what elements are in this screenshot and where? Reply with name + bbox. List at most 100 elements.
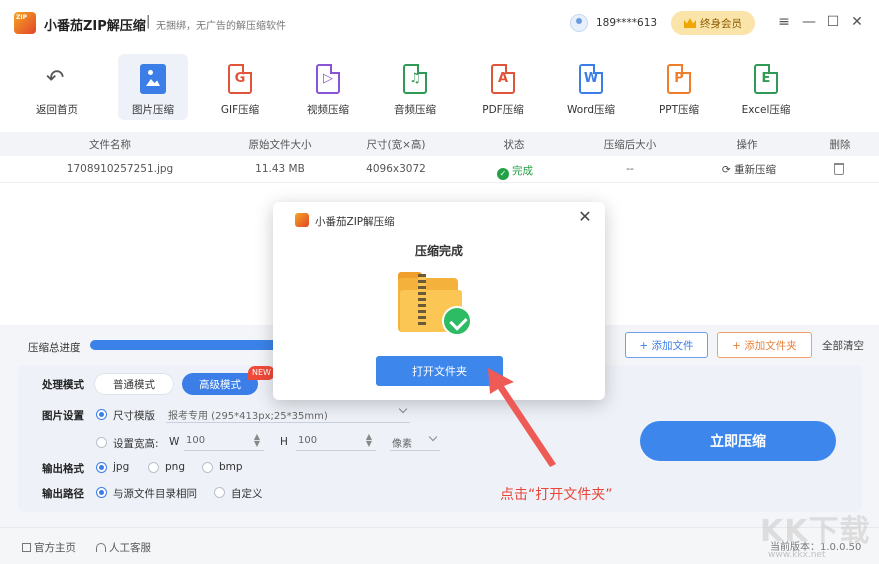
width-stepper-icon[interactable]: ▲ ▼: [254, 433, 260, 448]
menu-icon[interactable]: ≡: [775, 13, 793, 31]
title-separator: |: [146, 14, 151, 29]
path-label: 输出路径: [42, 488, 84, 500]
user-phone[interactable]: 189****613: [596, 17, 657, 29]
width-label: W: [169, 436, 180, 448]
toolbar: ↶ 返回首页 图片压缩 G GIF压缩 ▷ 视频压缩 ♫ 音频压缩 A PDF压…: [0, 46, 879, 132]
back-arrow-icon: ↶: [46, 66, 65, 91]
col-dimensions: 尺寸(宽×高): [366, 138, 426, 151]
app-logo-icon: [295, 213, 309, 227]
annotation-hint: 点击“打开文件夹”: [500, 487, 613, 503]
app-logo-icon: [14, 12, 36, 34]
tab-word-compress[interactable]: W Word压缩: [556, 54, 626, 120]
annotation-arrow: [488, 368, 556, 467]
col-action: 操作: [736, 138, 758, 151]
app-name: 小番茄ZIP解压缩: [44, 19, 146, 34]
video-file-icon: ▷: [316, 64, 340, 94]
minimize-button[interactable]: —: [800, 13, 818, 31]
recompress-button[interactable]: ⟳ 重新压缩: [712, 162, 786, 177]
tab-label: PDF压缩: [482, 104, 524, 116]
width-value: 100: [186, 435, 206, 446]
width-input[interactable]: 100 ▲ ▼: [184, 431, 264, 451]
add-file-button[interactable]: + 添加文件: [625, 332, 708, 358]
official-home-link[interactable]: 官方主页: [22, 540, 76, 555]
crown-icon: [684, 18, 696, 28]
app-slogan: 无捆绑，无广告的解压缩软件: [156, 21, 286, 32]
title-bar: 小番茄ZIP解压缩 | 无捆绑，无广告的解压缩软件 189****613 终身会…: [0, 0, 879, 46]
table-header: 文件名称 原始文件大小 尺寸(宽×高) 状态 压缩后大小 操作 删除: [0, 132, 879, 156]
format-bmp-label: bmp: [219, 461, 243, 473]
refresh-icon: ⟳: [721, 164, 735, 176]
tab-audio-compress[interactable]: ♫ 音频压缩: [380, 54, 450, 120]
customer-service-label: 人工客服: [109, 542, 151, 554]
chevron-down-icon: [428, 432, 438, 442]
status-text: 完成: [512, 165, 533, 177]
file-name: 1708910257251.jpg: [66, 163, 174, 175]
tab-pdf-compress[interactable]: A PDF压缩: [468, 54, 538, 120]
tab-video-compress[interactable]: ▷ 视频压缩: [293, 54, 363, 120]
path-custom-label: 自定义: [231, 488, 263, 500]
trash-icon[interactable]: [834, 163, 844, 175]
height-input[interactable]: 100 ▲ ▼: [296, 431, 376, 451]
path-same-label: 与源文件目录相同: [113, 488, 197, 500]
status-badge: ✓ 完成: [484, 163, 546, 180]
tab-gif-compress[interactable]: G GIF压缩: [205, 54, 275, 120]
set-wh-radio[interactable]: [96, 437, 107, 448]
height-value: 100: [298, 435, 318, 446]
col-file-name: 文件名称: [89, 138, 131, 151]
tab-image-compress[interactable]: 图片压缩: [118, 54, 188, 120]
path-same-radio[interactable]: [96, 487, 107, 498]
format-jpg-radio[interactable]: [96, 462, 107, 473]
format-label: 输出格式: [42, 463, 84, 475]
word-file-icon: W: [579, 64, 603, 94]
close-button[interactable]: ✕: [848, 13, 866, 31]
tab-label: 音频压缩: [394, 104, 436, 116]
compress-now-button[interactable]: 立即压缩: [640, 421, 836, 461]
table-row: 1708910257251.jpg 11.43 MB 4096x3072 ✓ 完成…: [0, 157, 879, 183]
tab-label: Word压缩: [567, 104, 615, 116]
footer: 官方主页 人工客服: [0, 527, 879, 564]
size-template-radio[interactable]: [96, 409, 107, 420]
add-folder-button[interactable]: + 添加文件夹: [717, 332, 812, 358]
size-template-label: 尺寸模版: [113, 410, 155, 422]
official-home-label: 官方主页: [34, 542, 76, 554]
headset-icon: [96, 543, 106, 552]
audio-file-icon: ♫: [403, 64, 427, 94]
dialog-close-icon[interactable]: ✕: [576, 208, 594, 226]
unit-value: 像素: [392, 439, 412, 450]
back-home-button[interactable]: ↶ 返回首页: [22, 54, 92, 120]
pdf-file-icon: A: [491, 64, 515, 94]
tab-label: PPT压缩: [658, 104, 700, 116]
home-icon: [22, 543, 31, 552]
dialog-title: 小番茄ZIP解压缩: [315, 216, 395, 228]
advanced-mode-button[interactable]: 高级模式: [182, 373, 258, 395]
chevron-down-icon: [398, 404, 408, 414]
customer-service-link[interactable]: 人工客服: [96, 540, 151, 555]
size-template-select[interactable]: 报考专用 (295*413px;25*35mm): [166, 403, 410, 423]
zip-folder-success-icon: [398, 272, 472, 336]
maximize-button[interactable]: ☐: [824, 13, 842, 31]
path-custom-radio[interactable]: [214, 487, 225, 498]
tab-label: 视频压缩: [307, 104, 349, 116]
tab-ppt-compress[interactable]: P PPT压缩: [644, 54, 714, 120]
watermark-url: www.kkx.net: [768, 550, 826, 560]
normal-mode-button[interactable]: 普通模式: [94, 373, 174, 395]
tab-label: GIF压缩: [220, 104, 260, 116]
format-bmp-radio[interactable]: [202, 462, 213, 473]
size-template-value: 报考专用 (295*413px;25*35mm): [168, 411, 328, 422]
check-circle-icon: ✓: [497, 168, 509, 180]
height-label: H: [280, 436, 288, 448]
user-avatar-icon[interactable]: [570, 14, 588, 32]
format-png-radio[interactable]: [148, 462, 159, 473]
height-stepper-icon[interactable]: ▲ ▼: [366, 433, 372, 448]
vip-button[interactable]: 终身会员: [671, 11, 755, 35]
col-compressed-size: 压缩后大小: [603, 138, 657, 151]
tab-excel-compress[interactable]: E Excel压缩: [731, 54, 801, 120]
excel-file-icon: E: [754, 64, 778, 94]
back-home-label: 返回首页: [36, 104, 78, 116]
clear-all-button[interactable]: 全部清空: [822, 338, 864, 353]
unit-select[interactable]: 像素: [390, 431, 440, 451]
format-png-label: png: [165, 461, 185, 473]
vip-label: 终身会员: [700, 17, 742, 30]
progress-label: 压缩总进度: [28, 342, 81, 354]
recompress-label: 重新压缩: [734, 164, 777, 176]
